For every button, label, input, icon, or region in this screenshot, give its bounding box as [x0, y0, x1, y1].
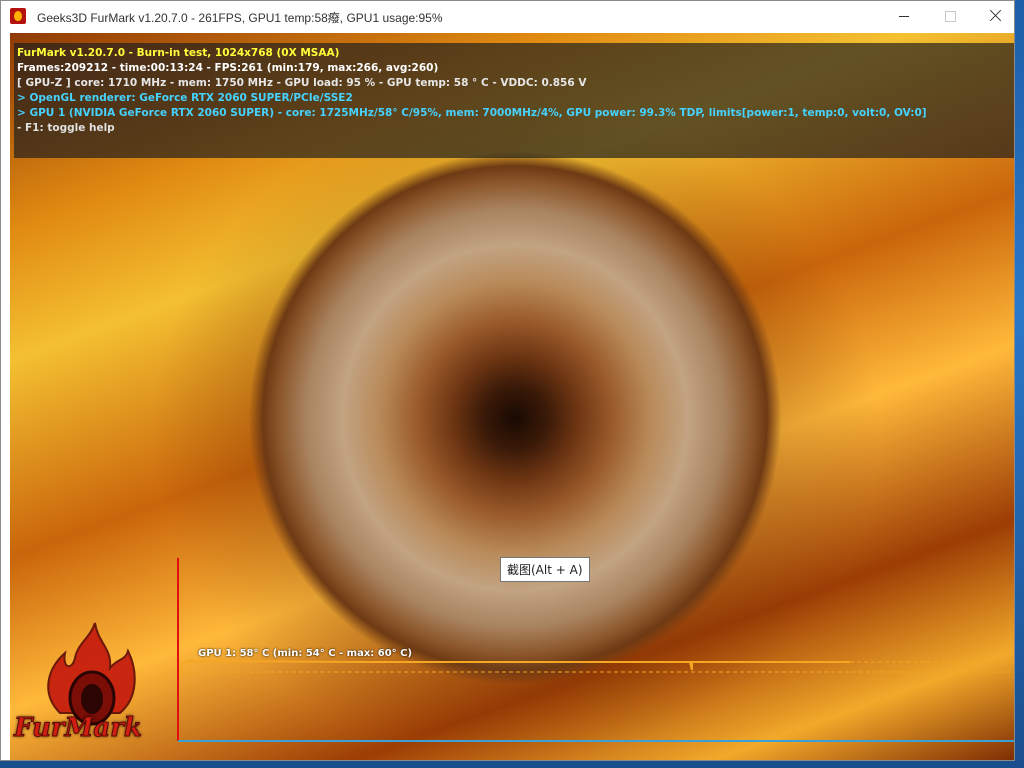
close-button[interactable] — [971, 1, 1014, 32]
furmark-logo-text: FurMark — [14, 713, 143, 744]
screenshot-tooltip: 截图(Alt + A) — [500, 557, 590, 582]
hud-gpuz: [ GPU-Z ] core: 1710 MHz - mem: 1750 MHz… — [17, 77, 587, 89]
hud-frames: Frames:209212 - time:00:13:24 - FPS:261 … — [17, 62, 439, 74]
taskbar-edge — [0, 761, 1024, 768]
render-canvas[interactable]: FurMark v1.20.7.0 - Burn-in test, 1024x7… — [10, 33, 1014, 760]
minimize-button[interactable] — [881, 1, 927, 32]
title-bar[interactable]: Geeks3D FurMark v1.20.7.0 - 261FPS, GPU1… — [1, 1, 1014, 32]
hud-gpu-info: > GPU 1 (NVIDIA GeForce RTX 2060 SUPER) … — [17, 107, 927, 119]
window-title: Geeks3D FurMark v1.20.7.0 - 261FPS, GPU1… — [37, 11, 443, 25]
close-icon — [989, 9, 1002, 22]
minimize-icon — [899, 16, 909, 17]
maximize-icon — [945, 11, 956, 22]
desktop-background — [1015, 0, 1024, 768]
hud-renderer: > OpenGL renderer: GeForce RTX 2060 SUPE… — [17, 92, 353, 104]
hud-title: FurMark v1.20.7.0 - Burn-in test, 1024x7… — [17, 47, 340, 59]
temperature-graph-label: GPU 1: 58° C (min: 54° C - max: 60° C) — [198, 648, 413, 659]
temperature-line — [179, 659, 850, 677]
furmark-window: Geeks3D FurMark v1.20.7.0 - 261FPS, GPU1… — [0, 0, 1015, 761]
hud-help: - F1: toggle help — [17, 122, 115, 134]
hud-overlay: FurMark v1.20.7.0 - Burn-in test, 1024x7… — [14, 43, 1014, 158]
maximize-button[interactable] — [927, 1, 973, 32]
furmark-app-icon[interactable] — [10, 8, 26, 24]
